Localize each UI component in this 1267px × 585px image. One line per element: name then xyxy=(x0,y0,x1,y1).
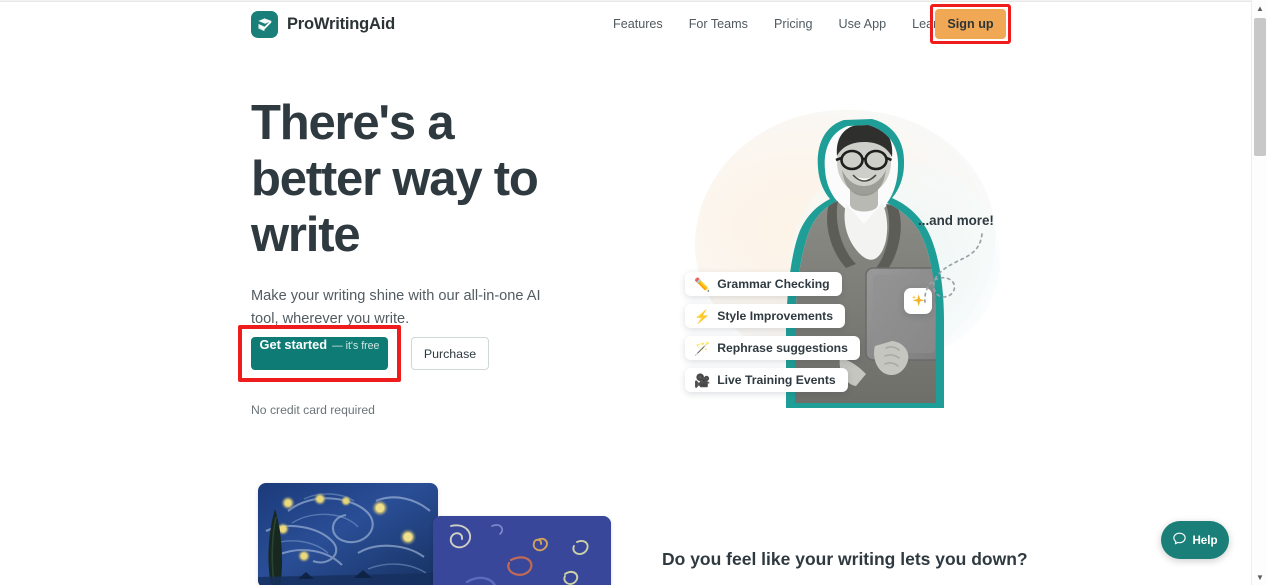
scroll-up-arrow-icon[interactable]: ▲ xyxy=(1252,0,1267,16)
help-widget-button[interactable]: Help xyxy=(1161,521,1229,559)
brand-logo-link[interactable]: ProWritingAid xyxy=(251,11,395,38)
feature-chip-label: Live Training Events xyxy=(717,373,836,387)
starry-night-painting xyxy=(258,483,438,585)
site-header: ProWritingAid Features For Teams Pricing… xyxy=(0,0,1251,50)
get-started-suffix: — it's free xyxy=(332,340,380,352)
chat-bubble-icon xyxy=(1172,531,1187,549)
magic-wand-icon: 🪄 xyxy=(694,340,711,356)
feature-chip-style-improvements: ⚡ Style Improvements xyxy=(685,304,846,328)
feature-chip-label: Rephrase suggestions xyxy=(717,341,848,355)
nav-link-for-teams[interactable]: For Teams xyxy=(676,14,761,34)
get-started-button[interactable]: Get started — it's free xyxy=(251,337,388,370)
hero-illustration: ✏️ Grammar Checking ⚡ Style Improvements… xyxy=(640,100,1040,420)
vertical-scrollbar[interactable]: ▲ ▼ xyxy=(1251,0,1267,585)
feature-chip-label: Style Improvements xyxy=(717,309,834,323)
and-more-label: ...and more! xyxy=(918,213,994,228)
feature-chip-live-training-events: 🎥 Live Training Events xyxy=(685,368,848,392)
hero-copy: There's a better way to write Make your … xyxy=(238,95,611,417)
purchase-button[interactable]: Purchase xyxy=(411,337,489,370)
artwork-cards xyxy=(251,483,611,585)
page-viewport: ProWritingAid Features For Teams Pricing… xyxy=(0,0,1251,585)
blue-scribbles-card xyxy=(433,516,611,585)
browser-page: ProWritingAid Features For Teams Pricing… xyxy=(0,0,1267,585)
brand-name: ProWritingAid xyxy=(287,15,396,33)
hero-subtitle: Make your writing shine with our all-in-… xyxy=(251,288,541,327)
signup-button[interactable]: Sign up xyxy=(935,9,1006,39)
get-started-label: Get started xyxy=(259,337,328,352)
feature-chip-list: ✏️ Grammar Checking ⚡ Style Improvements… xyxy=(685,272,860,392)
feature-chip-grammar-checking: ✏️ Grammar Checking xyxy=(685,272,842,296)
dotted-curly-arrow-icon xyxy=(924,233,983,303)
no-credit-card-note: No credit card required xyxy=(251,403,375,417)
signup-button-region: Sign up xyxy=(930,4,1011,44)
nav-link-features[interactable]: Features xyxy=(600,14,676,34)
scroll-down-arrow-icon[interactable]: ▼ xyxy=(1252,569,1267,585)
movie-camera-icon: 🎥 xyxy=(694,372,711,388)
book-check-logo-icon xyxy=(251,11,278,38)
nav-link-pricing[interactable]: Pricing xyxy=(761,14,826,34)
lower-section-heading: Do you feel like your writing lets you d… xyxy=(662,549,1028,569)
cta-row: Get started — it's free Purchase xyxy=(238,325,611,393)
pencil-icon: ✏️ xyxy=(694,276,711,292)
hero-section: There's a better way to write Make your … xyxy=(0,50,1251,470)
feature-chip-label: Grammar Checking xyxy=(717,277,830,291)
feature-chip-rephrase-suggestions: 🪄 Rephrase suggestions xyxy=(685,336,860,360)
nav-link-use-app[interactable]: Use App xyxy=(825,14,899,34)
scrollbar-thumb[interactable] xyxy=(1254,18,1266,156)
lightning-bolt-icon: ⚡ xyxy=(694,308,711,324)
hero-title: There's a better way to write xyxy=(251,96,539,262)
lower-section: Do you feel like your writing lets you d… xyxy=(0,470,1251,585)
help-widget-label: Help xyxy=(1192,533,1218,547)
